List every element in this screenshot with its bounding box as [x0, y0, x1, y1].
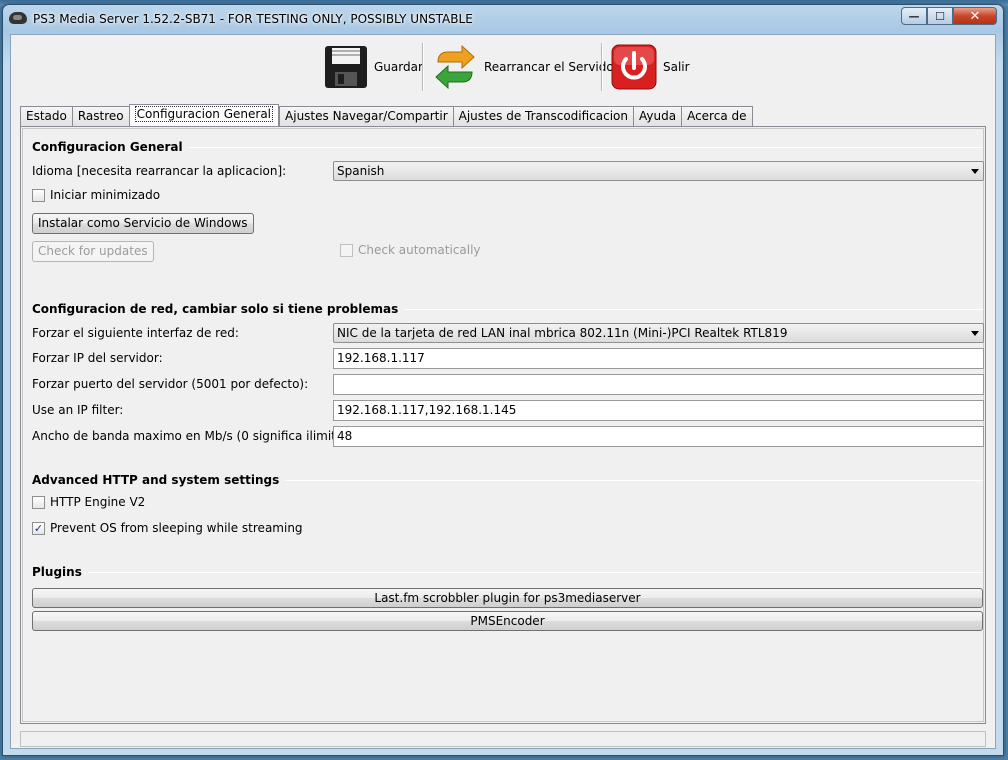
bandwidth-field[interactable]: 48 — [333, 426, 984, 447]
floppy-disk-icon — [325, 46, 367, 88]
server-ip-field[interactable]: 192.168.1.117 — [333, 348, 984, 369]
quit-button[interactable]: Salir — [611, 41, 690, 93]
language-select[interactable]: Spanish — [333, 161, 984, 181]
section-title: Plugins — [32, 565, 82, 579]
http-engine-checkbox[interactable]: HTTP Engine V2 — [32, 495, 145, 509]
maximize-button[interactable]: ☐ — [927, 7, 953, 25]
save-button[interactable]: Guardar — [324, 41, 423, 93]
general-section-heading: Configuracion General — [32, 139, 983, 155]
tab-ayuda[interactable]: Ayuda — [633, 106, 682, 126]
prevent-sleep-checkbox[interactable]: ✓ Prevent OS from sleeping while streami… — [32, 521, 303, 535]
checkbox-box — [32, 495, 45, 509]
section-title: Advanced HTTP and system settings — [32, 473, 280, 487]
server-port-field[interactable] — [333, 374, 984, 395]
tab-ajustes-navegar[interactable]: Ajustes Navegar/Compartir — [279, 106, 453, 126]
interface-label: Forzar el siguiente interfaz de red: — [32, 326, 239, 340]
server-ip-label: Forzar IP del servidor: — [32, 351, 163, 365]
ps3-icon — [9, 12, 27, 24]
language-label: Idioma [necesita rearrancar la aplicacio… — [32, 164, 287, 178]
bandwidth-label: Ancho de banda maximo en Mb/s (0 signifi… — [32, 429, 367, 443]
tab-configuracion-general-label: Configuracion General — [134, 106, 274, 122]
toolbar-divider — [601, 43, 602, 91]
close-button[interactable]: ✕ — [953, 7, 997, 25]
network-section-heading: Configuracion de red, cambiar solo si ti… — [32, 301, 983, 317]
restart-label: Rearrancar el Servidor — [484, 60, 619, 74]
app-window: PS3 Media Server 1.52.2-SB71 - FOR TESTI… — [2, 4, 1004, 756]
interface-value: NIC de la tarjeta de red LAN inal mbrica… — [337, 326, 788, 340]
toolbar: Guardar Rearrancar el Servidor Salir — [11, 35, 995, 99]
tab-ajustes-transcodificacion[interactable]: Ajustes de Transcodificacion — [452, 106, 633, 126]
toolbar-divider — [422, 43, 423, 91]
ip-filter-field[interactable]: 192.168.1.117,192.168.1.145 — [333, 400, 984, 421]
ip-filter-label: Use an IP filter: — [32, 403, 124, 417]
tab-configuracion-general[interactable]: Configuracion General — [128, 104, 280, 126]
tab-acerca-de[interactable]: Acerca de — [681, 106, 753, 126]
client-area: Guardar Rearrancar el Servidor Salir Est… — [10, 34, 996, 749]
checkbox-box — [340, 243, 353, 257]
check-updates-button[interactable]: Check for updates — [32, 241, 154, 262]
chevron-down-icon — [971, 169, 979, 174]
checkbox-box — [32, 188, 45, 202]
check-automatically-checkbox[interactable]: Check automatically — [340, 243, 481, 257]
plugins-section-heading: Plugins — [32, 564, 983, 580]
window-controls: — ☐ ✕ — [901, 7, 997, 25]
interface-select[interactable]: NIC de la tarjeta de red LAN inal mbrica… — [333, 323, 984, 343]
language-value: Spanish — [337, 164, 385, 178]
http-engine-label: HTTP Engine V2 — [50, 495, 146, 509]
restart-button[interactable]: Rearrancar el Servidor — [432, 41, 619, 93]
status-bar — [20, 731, 986, 747]
plugin-lastfm-button[interactable]: Last.fm scrobbler plugin for ps3mediaser… — [32, 588, 983, 608]
minimize-button[interactable]: — — [901, 7, 927, 25]
restart-arrows-icon — [435, 44, 475, 90]
section-title: Configuracion General — [32, 140, 183, 154]
start-minimized-label: Iniciar minimizado — [50, 188, 161, 202]
server-port-label: Forzar puerto del servidor (5001 por def… — [32, 377, 309, 391]
title-bar[interactable]: PS3 Media Server 1.52.2-SB71 - FOR TESTI… — [3, 5, 1003, 33]
tab-estado[interactable]: Estado — [20, 106, 72, 126]
section-title: Configuracion de red, cambiar solo si ti… — [32, 302, 399, 316]
install-service-button[interactable]: Instalar como Servicio de Windows — [32, 213, 254, 234]
advanced-section-heading: Advanced HTTP and system settings — [32, 472, 983, 488]
chevron-down-icon — [971, 331, 979, 336]
tab-rastreo[interactable]: Rastreo — [71, 106, 129, 126]
plugin-pmsencoder-button[interactable]: PMSEncoder — [32, 611, 983, 631]
power-icon — [611, 44, 657, 90]
window-title: PS3 Media Server 1.52.2-SB71 - FOR TESTI… — [33, 12, 473, 26]
quit-label: Salir — [663, 60, 690, 74]
tab-strip: Estado Rastreo Configuracion General Aju… — [20, 104, 753, 126]
save-label: Guardar — [374, 60, 423, 74]
checkmark-icon: ✓ — [32, 521, 45, 535]
general-settings-panel: Configuracion General Idioma [necesita r… — [20, 126, 986, 724]
check-automatically-label: Check automatically — [358, 243, 481, 257]
start-minimized-checkbox[interactable]: Iniciar minimizado — [32, 188, 160, 202]
prevent-sleep-label: Prevent OS from sleeping while streaming — [50, 521, 303, 535]
